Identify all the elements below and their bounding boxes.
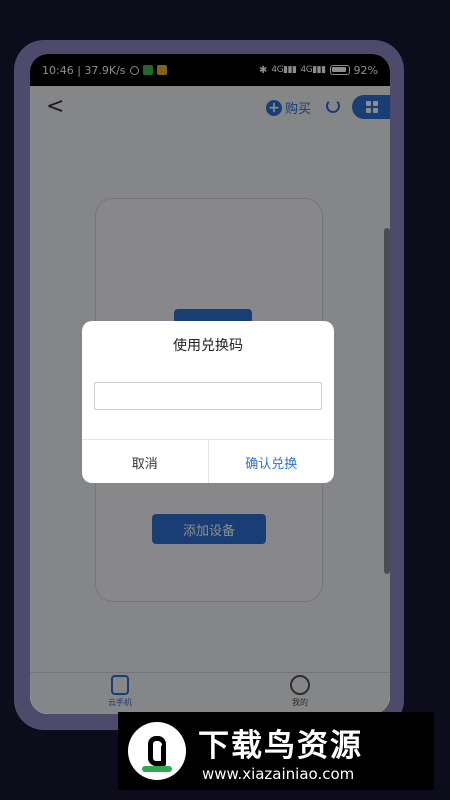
redeem-code-input[interactable]: [94, 382, 322, 410]
logo-base-icon: [142, 766, 172, 772]
watermark-url: www.xiazainiao.com: [202, 765, 355, 783]
watermark-banner: 下载鸟资源 www.xiazainiao.com: [118, 712, 434, 790]
watermark-title: 下载鸟资源: [198, 728, 363, 764]
redeem-code-dialog: 使用兑换码 取消 确认兑换: [82, 321, 334, 483]
cancel-button[interactable]: 取消: [82, 440, 209, 483]
watermark-logo-icon: [128, 722, 186, 780]
phone-screen: 10:46 | 37.9K/s ✱ 4G▮▮▮ 4G▮▮▮ 92% < + 购买: [30, 54, 390, 714]
confirm-redeem-button[interactable]: 确认兑换: [209, 440, 335, 483]
bird-eye-icon: [157, 742, 162, 747]
bird-icon: [148, 736, 166, 766]
dialog-actions: 取消 确认兑换: [82, 439, 334, 483]
dialog-title: 使用兑换码: [173, 338, 243, 354]
